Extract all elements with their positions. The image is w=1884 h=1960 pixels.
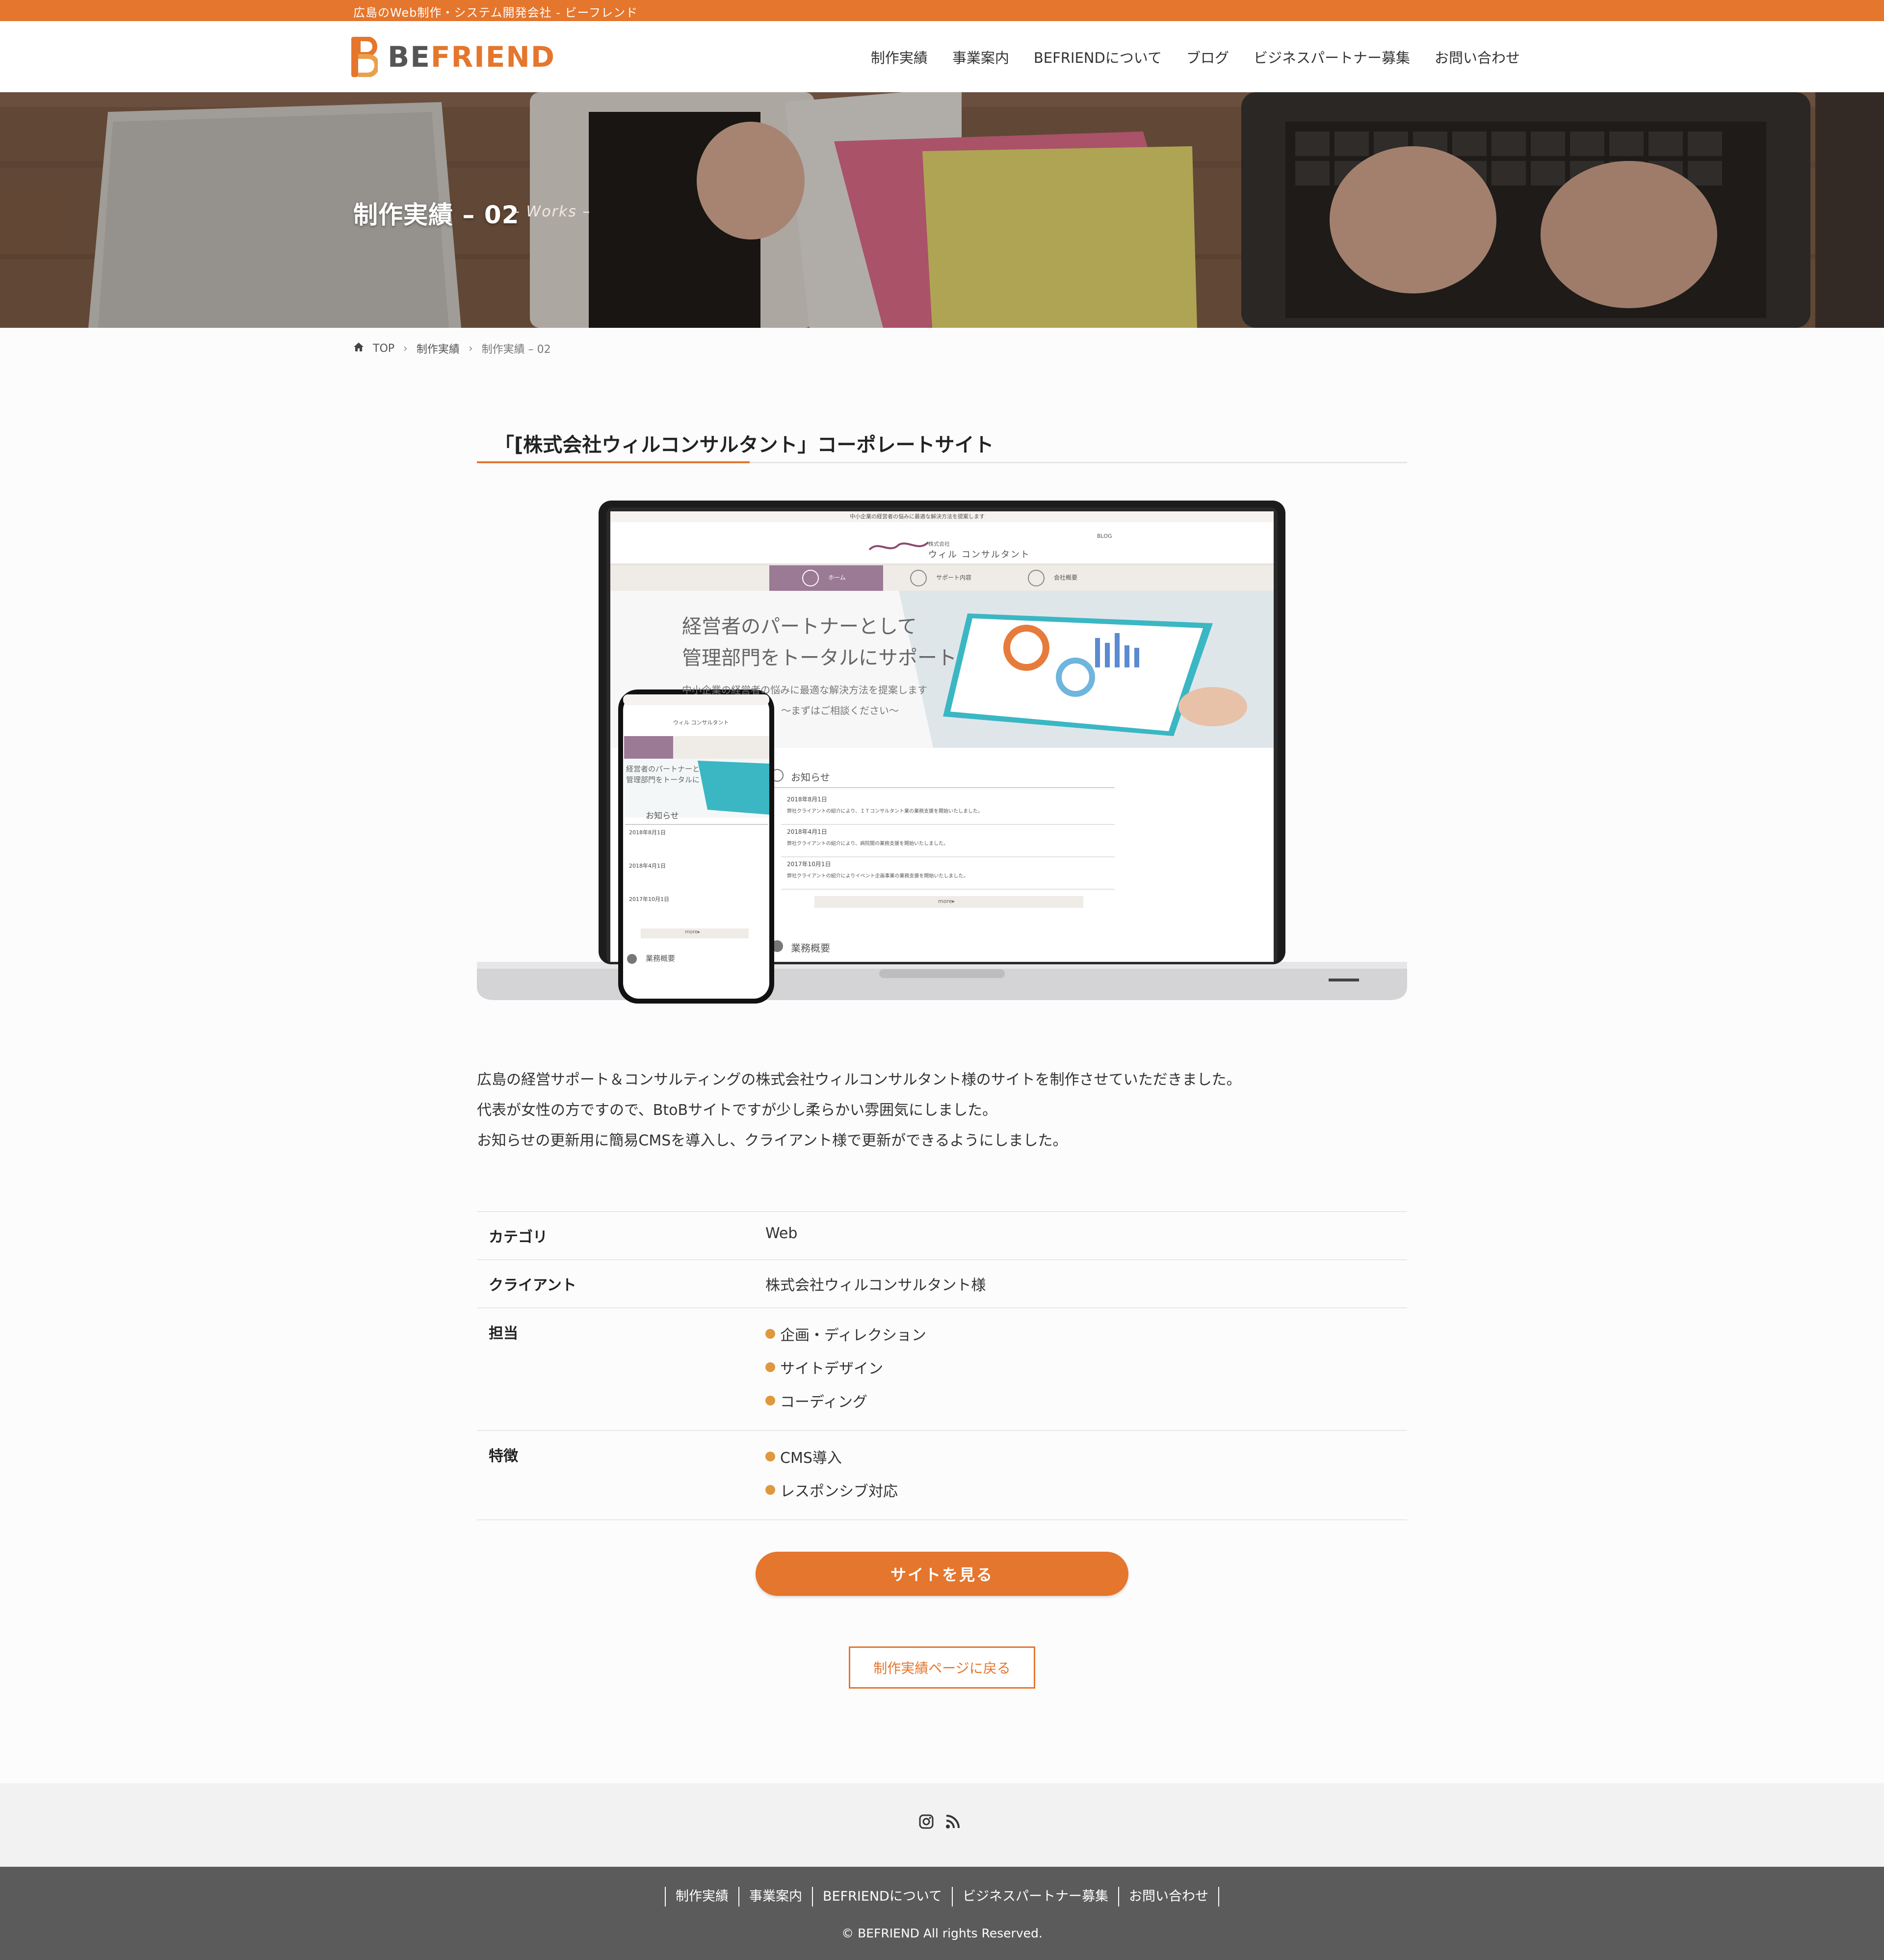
bullet-dot-icon xyxy=(765,1485,775,1495)
client-value: 株式会社ウィルコンサルタント様 xyxy=(765,1277,986,1294)
brand-logo[interactable]: BEFRIEND xyxy=(351,36,555,78)
role-list: 企画・ディレクション サイトデザイン コーディング xyxy=(765,1317,1407,1417)
bullet-dot-icon xyxy=(765,1362,775,1372)
mock-top-notice: 中小企業の経営者の悩みに最適な解決方法を提案します xyxy=(850,513,985,520)
mock-news-text-1: 弊社クライアントの紹介により、ＩＴコンサルタント業の業務支援を開始いたしました。 xyxy=(787,809,983,814)
hero-overlay xyxy=(0,92,1884,328)
description-line: 代表が女性の方ですので、BtoBサイトですが少し柔らかい雰囲気にしました。 xyxy=(477,1102,997,1119)
category-label: カテゴリ xyxy=(489,1229,548,1246)
top-bar: 広島のWeb制作・システム開発会社 - ビーフレンド xyxy=(0,0,1884,21)
footer-link-partner[interactable]: ビジネスパートナー募集 xyxy=(953,1887,1120,1907)
mock-menu-company: 会社概要 xyxy=(1054,574,1078,581)
home-icon[interactable] xyxy=(353,342,364,355)
work-title-block: 「[株式会社ウィルコンサルタント」コーポレートサイト xyxy=(477,427,1407,463)
description-line: お知らせの更新用に簡易CMSを導入し、クライアント様で更新ができるようにしました… xyxy=(477,1132,1068,1149)
mock-hero-line2: 管理部門をトータルにサポート xyxy=(682,647,957,669)
copyright: © BEFRIEND All rights Reserved. xyxy=(841,1926,1043,1940)
work-description: 広島の経営サポート＆コンサルティングの株式会社ウィルコンサルタント様のサイトを制… xyxy=(477,1065,1241,1156)
phone-news-date-2: 2018年4月1日 xyxy=(629,863,666,869)
list-item: CMS導入 xyxy=(765,1440,1407,1473)
phone-news-date-3: 2017年10月1日 xyxy=(629,896,669,902)
breadcrumb-parent[interactable]: 制作実績 xyxy=(417,341,460,356)
mock-hero-line4: ～まずはご相談ください～ xyxy=(781,705,899,716)
social-links xyxy=(918,1814,961,1831)
mock-news-text-3: 弊社クライアントの紹介によりイベント企画事業の業務支援を開始いたしました。 xyxy=(787,874,968,879)
mock-news-date-2: 2018年4月1日 xyxy=(787,828,827,835)
table-row: 特徴 CMS導入 レスポンシブ対応 xyxy=(477,1431,1407,1520)
work-details-table: カテゴリ Web クライアント 株式会社ウィルコンサルタント様 担当 企画・ディ… xyxy=(477,1211,1407,1520)
mock-business-heading: 業務概要 xyxy=(791,942,830,954)
breadcrumb: TOP › 制作実績 › 制作実績 – 02 xyxy=(353,341,551,356)
nav-item-partner[interactable]: ビジネスパートナー募集 xyxy=(1254,47,1410,67)
footer-link-works[interactable]: 制作実績 xyxy=(666,1887,739,1907)
page-title: 制作実績 – 02 xyxy=(353,201,520,229)
breadcrumb-home[interactable]: TOP xyxy=(373,343,394,355)
role-label: 担当 xyxy=(489,1325,518,1342)
feature-label: 特徴 xyxy=(489,1448,518,1465)
list-item: 企画・ディレクション xyxy=(765,1317,1407,1351)
chevron-right-icon: › xyxy=(403,342,408,355)
footer-link-services[interactable]: 事業案内 xyxy=(739,1887,813,1907)
client-label: クライアント xyxy=(489,1277,576,1294)
page-hero: 制作実績 – 02 – Works – xyxy=(0,92,1884,328)
nav-item-works[interactable]: 制作実績 xyxy=(871,47,928,67)
bullet-dot-icon xyxy=(765,1329,775,1339)
footer-link-about[interactable]: BEFRIENDについて xyxy=(813,1887,953,1907)
mock-news-text-2: 弊社クライアントの紹介により、病院間の業務支援を開始いたしました。 xyxy=(787,841,948,847)
nav-item-contact[interactable]: お問い合わせ xyxy=(1435,47,1520,67)
phone-business-heading: 業務概要 xyxy=(646,954,676,963)
page-subtitle: – Works – xyxy=(512,203,591,220)
phone-news-date-1: 2018年8月1日 xyxy=(629,829,666,836)
title-underline xyxy=(477,461,750,463)
feature-list: CMS導入 レスポンシブ対応 xyxy=(765,1440,1407,1507)
breadcrumb-current: 制作実績 – 02 xyxy=(481,344,551,356)
work-title: 「[株式会社ウィルコンサルタント」コーポレートサイト xyxy=(495,434,994,456)
mock-blog-link: BLOG xyxy=(1097,533,1112,539)
mock-news-heading: お知らせ xyxy=(791,771,830,783)
main-nav: 制作実績 事業案内 BEFRIENDについて ブログ ビジネスパートナー募集 お… xyxy=(871,47,1520,67)
mock-company-name: ウィル コンサルタント xyxy=(928,550,1030,560)
bullet-dot-icon xyxy=(765,1452,775,1461)
phone-hero-line1: 経営者のパートナーとして xyxy=(626,765,700,773)
brand-name: BEFRIEND xyxy=(388,40,555,74)
mock-menu-home: ホーム xyxy=(828,574,846,581)
description-line: 広島の経営サポート＆コンサルティングの株式会社ウィルコンサルタント様のサイトを制… xyxy=(477,1071,1241,1088)
mock-menu-support: サポート内容 xyxy=(936,574,972,581)
phone-more-button: more▸ xyxy=(685,929,700,935)
instagram-icon[interactable] xyxy=(918,1814,934,1831)
site-header: BEFRIEND 制作実績 事業案内 BEFRIENDについて ブログ ビジネス… xyxy=(0,21,1884,92)
back-to-works-button[interactable]: 制作実績ページに戻る xyxy=(849,1646,1035,1689)
footer-link-contact[interactable]: お問い合わせ xyxy=(1119,1887,1220,1907)
site-tagline: 広島のWeb制作・システム開発会社 - ビーフレンド xyxy=(353,6,638,20)
mock-news-date-1: 2018年8月1日 xyxy=(787,796,827,803)
table-row: 担当 企画・ディレクション サイトデザイン コーディング xyxy=(477,1308,1407,1431)
mock-company-small: 株式会社 xyxy=(928,541,950,547)
nav-item-about[interactable]: BEFRIENDについて xyxy=(1034,47,1162,67)
footer xyxy=(0,1867,1884,1960)
bullet-dot-icon xyxy=(765,1396,775,1405)
mock-hero-line1: 経営者のパートナーとして xyxy=(682,615,917,638)
phone-news-heading: お知らせ xyxy=(646,811,679,821)
logo-b-icon xyxy=(351,36,380,78)
nav-item-blog[interactable]: ブログ xyxy=(1186,47,1229,67)
table-row: カテゴリ Web xyxy=(477,1212,1407,1260)
footer-nav: 制作実績 事業案内 BEFRIENDについて ビジネスパートナー募集 お問い合わ… xyxy=(0,1887,1884,1907)
rss-icon[interactable] xyxy=(945,1814,961,1831)
list-item: レスポンシブ対応 xyxy=(765,1473,1407,1507)
list-item: コーディング xyxy=(765,1384,1407,1417)
nav-item-services[interactable]: 事業案内 xyxy=(952,47,1009,67)
mock-more-button: more▸ xyxy=(938,898,955,904)
device-mockup-image: 中小企業の経営者の悩みに最適な解決方法を提案します 株式会社 ウィル コンサルタ… xyxy=(477,501,1407,1006)
mock-news-date-3: 2017年10月1日 xyxy=(787,861,831,868)
view-site-button[interactable]: サイトを見る xyxy=(756,1552,1128,1596)
table-row: クライアント 株式会社ウィルコンサルタント様 xyxy=(477,1260,1407,1308)
mock-hero-line3: 中小企業の経営者の悩みに最適な解決方法を提案します xyxy=(682,684,927,696)
chevron-right-icon: › xyxy=(468,342,473,355)
phone-hero-line2: 管理部門をトータルにサポート xyxy=(626,775,700,784)
list-item: サイトデザイン xyxy=(765,1351,1407,1384)
phone-company-name: ウィル コンサルタント xyxy=(673,719,729,726)
category-value: Web xyxy=(765,1225,798,1242)
